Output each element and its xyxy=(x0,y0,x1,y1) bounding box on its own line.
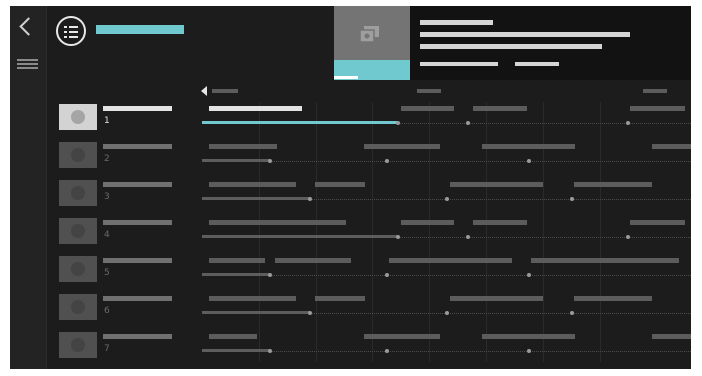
program-block[interactable] xyxy=(482,144,575,149)
program-block[interactable] xyxy=(209,334,257,339)
program-block[interactable] xyxy=(401,106,454,111)
triangle-left-icon xyxy=(201,86,207,96)
channel-name xyxy=(103,182,172,187)
program-block[interactable] xyxy=(473,220,527,225)
channel-logo xyxy=(59,256,97,282)
program-block[interactable] xyxy=(389,258,512,263)
channel-row[interactable]: 4 xyxy=(46,216,691,254)
program-block[interactable] xyxy=(450,296,543,301)
progress-fill xyxy=(202,159,270,162)
channel-logo xyxy=(59,218,97,244)
guide-title-placeholder xyxy=(96,25,184,34)
program-block[interactable] xyxy=(209,144,277,149)
progress-knob xyxy=(268,159,272,163)
progress-knob xyxy=(268,273,272,277)
channel-number: 3 xyxy=(104,192,110,202)
channel-name xyxy=(103,334,172,339)
progress-fill xyxy=(202,235,398,238)
program-block[interactable] xyxy=(364,334,440,339)
program-block[interactable] xyxy=(364,144,440,149)
program-block[interactable] xyxy=(209,296,296,301)
channel-number: 4 xyxy=(104,230,110,240)
top-bar: + xyxy=(46,6,691,80)
program-block[interactable] xyxy=(630,220,685,225)
channel-number: 5 xyxy=(104,268,110,278)
program-block[interactable] xyxy=(473,106,527,111)
tv-guide-icon[interactable] xyxy=(56,16,86,46)
time-label xyxy=(417,89,441,93)
tv-guide-screen: + 1 2 xyxy=(10,6,691,369)
program-block[interactable] xyxy=(401,220,454,225)
channel-row[interactable]: 1 xyxy=(46,102,691,140)
program-info-panel xyxy=(410,6,691,80)
program-thumbnail[interactable] xyxy=(334,6,410,80)
channel-name xyxy=(103,296,172,301)
program-block[interactable] xyxy=(209,106,302,111)
progress-fill xyxy=(202,197,310,200)
tv-program-icon xyxy=(360,26,379,42)
channel-name xyxy=(103,144,172,149)
chevron-left-icon[interactable] xyxy=(19,17,38,36)
program-block[interactable] xyxy=(630,106,685,111)
program-block[interactable] xyxy=(209,182,296,187)
channel-row[interactable]: 2 xyxy=(46,140,691,178)
program-block[interactable] xyxy=(574,296,652,301)
channel-name xyxy=(103,258,172,263)
channel-timeline: 1 2 3 4 5 6 7 xyxy=(46,80,691,369)
program-block[interactable] xyxy=(315,296,365,301)
hamburger-menu-icon[interactable] xyxy=(17,59,38,70)
program-block[interactable] xyxy=(482,334,575,339)
channel-number: 1 xyxy=(104,116,110,126)
progress-fill xyxy=(202,273,270,276)
program-block[interactable] xyxy=(275,258,351,263)
program-block[interactable] xyxy=(209,258,265,263)
channel-row[interactable]: 3 xyxy=(46,178,691,216)
channel-row[interactable]: 7 xyxy=(46,330,691,368)
progress-fill xyxy=(202,349,270,352)
channel-logo xyxy=(59,180,97,206)
progress-knob xyxy=(268,349,272,353)
program-block[interactable] xyxy=(209,220,346,225)
progress-fill xyxy=(202,311,310,314)
progress-knob xyxy=(308,311,312,315)
program-block[interactable] xyxy=(450,182,543,187)
progress-knob xyxy=(396,235,400,239)
progress-fill xyxy=(202,121,398,124)
left-rail xyxy=(10,6,47,369)
thumbnail-progress-bar xyxy=(334,60,410,80)
program-block[interactable] xyxy=(315,182,365,187)
channel-logo xyxy=(59,104,97,130)
channel-logo xyxy=(59,142,97,168)
channel-number: 2 xyxy=(104,154,110,164)
channel-row[interactable]: 5 xyxy=(46,254,691,292)
channel-row[interactable]: 6 xyxy=(46,292,691,330)
channel-name xyxy=(103,220,172,225)
time-label xyxy=(212,89,238,93)
program-block[interactable] xyxy=(574,182,652,187)
progress-knob xyxy=(308,197,312,201)
program-block[interactable] xyxy=(652,334,691,339)
channel-number: 7 xyxy=(104,344,110,354)
time-label xyxy=(643,89,667,93)
channel-logo xyxy=(59,332,97,358)
channel-logo xyxy=(59,294,97,320)
channel-number: 6 xyxy=(104,306,110,316)
program-block[interactable] xyxy=(652,144,691,149)
program-block[interactable] xyxy=(531,258,679,263)
progress-knob xyxy=(396,121,400,125)
channel-name xyxy=(103,106,172,111)
